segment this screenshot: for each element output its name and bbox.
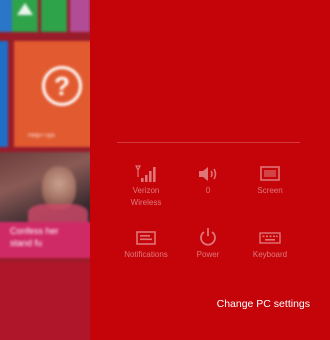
power-icon bbox=[200, 228, 216, 246]
start-screen-background: ? Help+Tips Confess her stand fu bbox=[0, 0, 90, 340]
news-caption-text: Confess her stand fu bbox=[10, 226, 59, 248]
notifications-icon bbox=[136, 231, 156, 245]
start-tile[interactable] bbox=[41, 0, 67, 32]
keyboard-quick-setting[interactable]: Keyboard bbox=[238, 229, 302, 261]
power-quick-setting[interactable]: Power bbox=[176, 227, 240, 261]
change-pc-settings-link[interactable]: Change PC settings bbox=[206, 296, 310, 312]
power-label: Power bbox=[196, 250, 220, 259]
notifications-label: Notifications bbox=[124, 250, 168, 259]
store-icon bbox=[17, 3, 33, 15]
network-label: Verizon Wireless bbox=[130, 186, 162, 207]
store-tile[interactable] bbox=[12, 0, 38, 32]
question-mark-icon: ? bbox=[42, 66, 82, 106]
volume-quick-setting[interactable]: 0 bbox=[176, 165, 240, 197]
keyboard-icon bbox=[259, 232, 281, 244]
start-tile[interactable] bbox=[70, 0, 90, 32]
volume-icon bbox=[199, 167, 217, 181]
screen-label: Screen bbox=[257, 186, 283, 195]
volume-label: 0 bbox=[205, 186, 211, 195]
start-tile[interactable] bbox=[0, 262, 90, 340]
settings-divider bbox=[117, 142, 300, 143]
network-quick-setting[interactable]: Verizon Wireless bbox=[114, 165, 178, 209]
help-tile-label: Help+Tips bbox=[28, 133, 55, 139]
signal-bars-icon bbox=[135, 165, 156, 182]
keyboard-label: Keyboard bbox=[252, 250, 288, 259]
notifications-quick-setting[interactable]: Notifications bbox=[114, 229, 178, 261]
help-tips-tile[interactable]: ? Help+Tips bbox=[14, 41, 90, 147]
screen-icon bbox=[260, 166, 280, 181]
screen-quick-setting[interactable]: Screen bbox=[238, 165, 302, 197]
start-tile[interactable] bbox=[0, 41, 8, 147]
